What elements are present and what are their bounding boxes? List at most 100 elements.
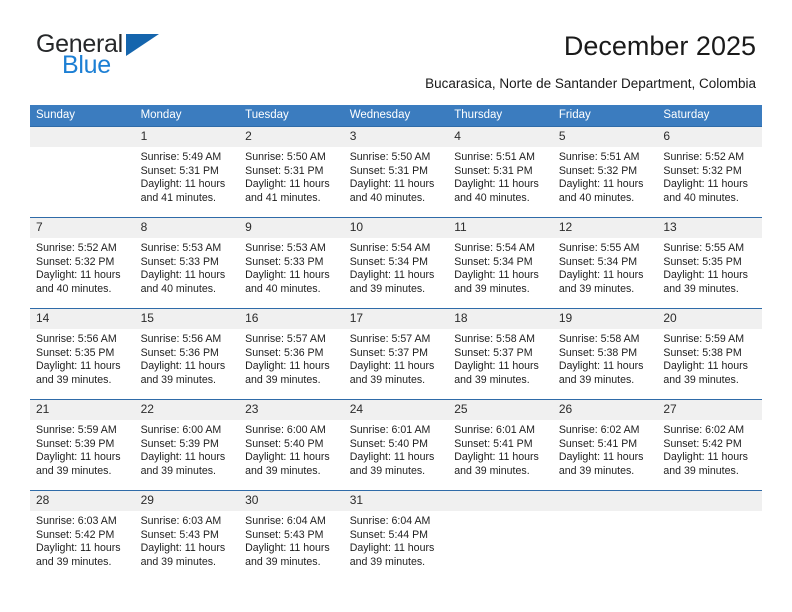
sunrise-text: Sunrise: 5:51 AM (558, 151, 640, 163)
weekday-header-wednesday: Wednesday (343, 105, 449, 127)
calendar-day-cell[interactable]: 17 Sunrise: 5:57 AM Sunset: 5:37 PM Dayligh… (343, 308, 449, 400)
sunrise-text: Sunrise: 6:03 AM (140, 515, 222, 527)
calendar-day-inner: 21 Sunrise: 5:59 AM Sunset: 5:39 PM Dayligh… (30, 400, 135, 490)
day-details: Sunrise: 6:03 AM Sunset: 5:43 PM Daylight:… (135, 511, 240, 569)
calendar-day-cell[interactable]: 19 Sunrise: 5:58 AM Sunset: 5:38 PM Dayligh… (552, 308, 658, 400)
sunrise-text: Sunrise: 6:04 AM (245, 515, 326, 527)
sunset-text: Sunset: 5:38 PM (663, 346, 742, 359)
calendar-day-cell[interactable]: 16 Sunrise: 5:57 AM Sunset: 5:36 PM Dayligh… (239, 308, 344, 400)
daylight-text-line1: Daylight: 11 hours (140, 360, 226, 373)
day-details: Sunrise: 5:50 AM Sunset: 5:31 PM Daylight:… (239, 147, 344, 205)
daylight-text-line2: and 39 minutes. (558, 373, 635, 386)
daylight-text-line2: and 41 minutes. (140, 191, 216, 204)
day-details: Sunrise: 5:55 AM Sunset: 5:34 PM Daylight:… (553, 238, 658, 296)
sunset-text: Sunset: 5:37 PM (454, 346, 533, 359)
calendar-day-cell[interactable]: 15 Sunrise: 5:56 AM Sunset: 5:36 PM Dayligh… (134, 308, 240, 400)
daylight-text-line2: and 39 minutes. (245, 373, 321, 386)
sunset-text: Sunset: 5:31 PM (454, 164, 533, 177)
calendar-day-cell[interactable]: 5 Sunrise: 5:51 AM Sunset: 5:32 PM Daylight… (552, 126, 658, 218)
day-number: 24 (343, 400, 449, 420)
day-number (30, 127, 135, 147)
calendar-day-cell[interactable]: 13 Sunrise: 5:55 AM Sunset: 5:35 PM Dayligh… (657, 217, 762, 309)
daylight-text-line1: Daylight: 11 hours (454, 269, 539, 282)
calendar-day-inner: 28 Sunrise: 6:03 AM Sunset: 5:42 PM Dayligh… (30, 491, 135, 581)
daylight-text-line2: and 39 minutes. (558, 282, 635, 295)
day-details: Sunrise: 6:04 AM Sunset: 5:43 PM Daylight:… (239, 511, 344, 569)
sunrise-text: Sunrise: 5:55 AM (663, 242, 745, 254)
daylight-text-line1: Daylight: 11 hours (349, 542, 435, 555)
daylight-text-line2: and 39 minutes. (140, 555, 216, 568)
day-details: Sunrise: 5:53 AM Sunset: 5:33 PM Daylight:… (239, 238, 344, 296)
daylight-text-line2: and 39 minutes. (663, 282, 739, 295)
calendar-day-inner: 23 Sunrise: 6:00 AM Sunset: 5:40 PM Dayligh… (239, 400, 344, 490)
calendar-day-inner: 5 Sunrise: 5:51 AM Sunset: 5:32 PM Daylight… (552, 127, 658, 217)
daylight-text-line1: Daylight: 11 hours (349, 178, 435, 191)
sunset-text: Sunset: 5:40 PM (245, 437, 324, 450)
calendar-day-cell[interactable]: 22 Sunrise: 6:00 AM Sunset: 5:39 PM Dayligh… (134, 399, 240, 491)
calendar-day-cell[interactable]: 25 Sunrise: 6:01 AM Sunset: 5:41 PM Dayligh… (448, 399, 553, 491)
calendar-day-cell[interactable]: 11 Sunrise: 5:54 AM Sunset: 5:34 PM Dayligh… (448, 217, 553, 309)
calendar-day-inner: 30 Sunrise: 6:04 AM Sunset: 5:43 PM Dayligh… (239, 491, 344, 581)
calendar-day-cell[interactable]: 8 Sunrise: 5:53 AM Sunset: 5:33 PM Daylight… (134, 217, 240, 309)
daylight-text-line1: Daylight: 11 hours (36, 360, 121, 373)
daylight-text-line2: and 39 minutes. (663, 373, 739, 386)
calendar-day-cell[interactable]: 2 Sunrise: 5:50 AM Sunset: 5:31 PM Daylight… (239, 126, 344, 218)
day-details: Sunrise: 5:57 AM Sunset: 5:36 PM Daylight:… (239, 329, 344, 387)
day-number: 10 (343, 218, 449, 238)
calendar-day-cell[interactable]: 23 Sunrise: 6:00 AM Sunset: 5:40 PM Dayligh… (239, 399, 344, 491)
sunset-text: Sunset: 5:42 PM (36, 528, 115, 541)
calendar-day-inner: 26 Sunrise: 6:02 AM Sunset: 5:41 PM Dayligh… (552, 400, 658, 490)
calendar-day-cell[interactable]: 1 Sunrise: 5:49 AM Sunset: 5:31 PM Daylight… (134, 126, 240, 218)
day-number: 14 (30, 309, 135, 329)
calendar-day-cell[interactable]: 28 Sunrise: 6:03 AM Sunset: 5:42 PM Dayligh… (30, 490, 135, 581)
sunset-text: Sunset: 5:36 PM (140, 346, 219, 359)
calendar-day-cell[interactable]: 26 Sunrise: 6:02 AM Sunset: 5:41 PM Dayligh… (552, 399, 658, 491)
calendar-day-inner: 22 Sunrise: 6:00 AM Sunset: 5:39 PM Dayligh… (134, 400, 240, 490)
calendar-day-cell[interactable]: 18 Sunrise: 5:58 AM Sunset: 5:37 PM Dayligh… (448, 308, 553, 400)
sunset-text: Sunset: 5:41 PM (454, 437, 533, 450)
day-details: Sunrise: 5:56 AM Sunset: 5:36 PM Daylight:… (135, 329, 240, 387)
daylight-text-line2: and 39 minutes. (454, 464, 530, 477)
sunset-text: Sunset: 5:43 PM (140, 528, 219, 541)
day-details: Sunrise: 6:00 AM Sunset: 5:39 PM Daylight:… (135, 420, 240, 478)
calendar-day-cell[interactable]: 30 Sunrise: 6:04 AM Sunset: 5:43 PM Dayligh… (239, 490, 344, 581)
calendar-day-inner: 19 Sunrise: 5:58 AM Sunset: 5:38 PM Dayligh… (552, 309, 658, 399)
calendar-day-cell[interactable]: 27 Sunrise: 6:02 AM Sunset: 5:42 PM Dayligh… (657, 399, 762, 491)
daylight-text-line2: and 39 minutes. (349, 282, 426, 295)
day-number: 18 (448, 309, 553, 329)
weekday-header-thursday: Thursday (448, 105, 553, 127)
calendar-day-cell[interactable]: 31 Sunrise: 6:04 AM Sunset: 5:44 PM Dayligh… (343, 490, 449, 581)
daylight-text-line1: Daylight: 11 hours (663, 269, 748, 282)
sunrise-text: Sunrise: 6:00 AM (245, 424, 326, 436)
calendar-day-cell[interactable]: 20 Sunrise: 5:59 AM Sunset: 5:38 PM Dayligh… (657, 308, 762, 400)
calendar-day-cell[interactable]: 29 Sunrise: 6:03 AM Sunset: 5:43 PM Dayligh… (134, 490, 240, 581)
daylight-text-line1: Daylight: 11 hours (36, 269, 121, 282)
daylight-text-line1: Daylight: 11 hours (454, 451, 539, 464)
day-number: 8 (134, 218, 240, 238)
calendar-day-inner: 7 Sunrise: 5:52 AM Sunset: 5:32 PM Daylight… (30, 218, 135, 308)
calendar-day-cell[interactable]: 9 Sunrise: 5:53 AM Sunset: 5:33 PM Daylight… (239, 217, 344, 309)
day-details: Sunrise: 5:56 AM Sunset: 5:35 PM Daylight:… (30, 329, 135, 387)
calendar-day-cell[interactable]: 10 Sunrise: 5:54 AM Sunset: 5:34 PM Dayligh… (343, 217, 449, 309)
daylight-text-line1: Daylight: 11 hours (36, 451, 121, 464)
day-number: 11 (448, 218, 553, 238)
calendar-day-cell[interactable]: 12 Sunrise: 5:55 AM Sunset: 5:34 PM Dayligh… (552, 217, 658, 309)
sunrise-text: Sunrise: 5:52 AM (663, 151, 745, 163)
day-number: 22 (134, 400, 240, 420)
calendar-week-row: 21 Sunrise: 5:59 AM Sunset: 5:39 PM Dayligh… (30, 399, 762, 491)
day-number (552, 491, 658, 511)
sunrise-text: Sunrise: 5:54 AM (454, 242, 535, 254)
calendar-day-cell[interactable]: 3 Sunrise: 5:50 AM Sunset: 5:31 PM Daylight… (343, 126, 449, 218)
calendar-day-cell[interactable]: 4 Sunrise: 5:51 AM Sunset: 5:31 PM Daylight… (448, 126, 553, 218)
daylight-text-line2: and 39 minutes. (36, 555, 112, 568)
page-subtitle: Bucarasica, Norte de Santander Departmen… (425, 76, 756, 91)
day-number (657, 491, 762, 511)
day-details: Sunrise: 5:57 AM Sunset: 5:37 PM Daylight:… (344, 329, 449, 387)
calendar-day-cell[interactable]: 24 Sunrise: 6:01 AM Sunset: 5:40 PM Dayligh… (343, 399, 449, 491)
calendar-day-cell[interactable]: 7 Sunrise: 5:52 AM Sunset: 5:32 PM Daylight… (30, 217, 135, 309)
calendar-day-cell[interactable]: 14 Sunrise: 5:56 AM Sunset: 5:35 PM Dayligh… (30, 308, 135, 400)
calendar-day-cell[interactable]: 21 Sunrise: 5:59 AM Sunset: 5:39 PM Dayligh… (30, 399, 135, 491)
calendar-day-cell[interactable]: 6 Sunrise: 5:52 AM Sunset: 5:32 PM Daylight… (657, 126, 762, 218)
sunrise-text: Sunrise: 5:56 AM (140, 333, 222, 345)
day-number: 4 (448, 127, 553, 147)
